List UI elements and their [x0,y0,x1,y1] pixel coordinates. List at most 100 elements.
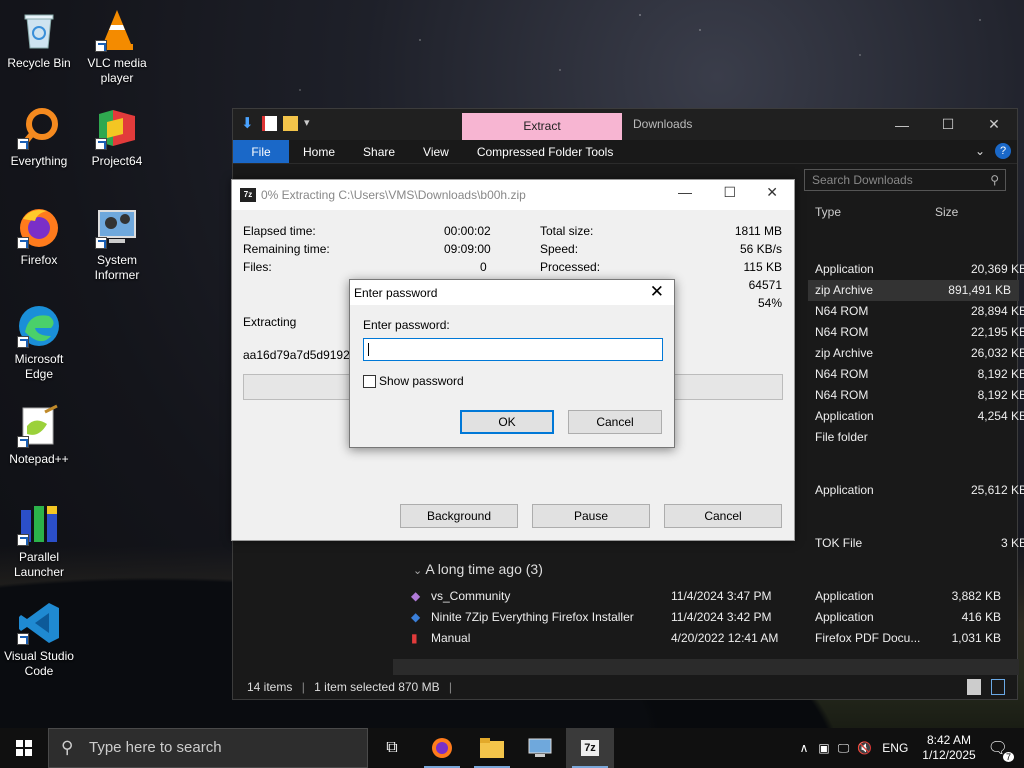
large-icons-view-icon[interactable] [991,679,1005,695]
group-header-long-ago[interactable]: ⌄ A long time ago (3) [413,561,543,577]
vscode-icon [17,601,61,645]
table-row[interactable]: ▮ Manual 4/20/2022 12:41 AM Firefox PDF … [411,628,1019,649]
taskbar-search-input[interactable]: ⚲ Type here to search [48,728,368,768]
search-placeholder: Search Downloads [812,173,913,187]
password-dialog-title-bar[interactable]: Enter password ✕ [350,280,674,305]
maximize-icon[interactable]: ☐ [723,184,736,201]
taskbar-7zip[interactable]: 7z [566,728,614,768]
system-informer-icon [528,738,552,757]
taskbar-firefox[interactable] [418,728,466,768]
customize-qat-icon[interactable]: ▾ [304,116,319,131]
desktop-icon-recycle-bin[interactable]: Recycle Bin [0,8,78,71]
new-folder-icon[interactable] [283,116,298,131]
tab-compressed-folder-tools[interactable]: Compressed Folder Tools [463,140,628,163]
background-button[interactable]: Background [400,504,518,528]
properties-icon[interactable] [262,116,277,131]
taskbar: ⚲ Type here to search ⧉ 7z ∧ ▣ 🖵 🔇 ENG 8… [0,728,1024,768]
desktop-icon-vlc[interactable]: VLC media player [78,8,156,86]
tab-share[interactable]: Share [349,140,409,163]
status-bar: 14 items | 1 item selected 870 MB | [233,675,1017,699]
language-indicator[interactable]: ENG [882,741,908,755]
table-row[interactable]: ◆ Ninite 7Zip Everything Firefox Install… [411,607,1019,628]
firefox-icon [432,738,452,758]
checkbox-box[interactable] [363,374,376,388]
current-file: aa16d79a7d5d91927c [243,348,363,362]
chevron-down-icon: ⌄ [413,565,423,577]
chevron-down-icon[interactable]: ⌄ [975,144,985,158]
password-input[interactable] [363,338,663,361]
taskbar-system-informer[interactable] [516,728,564,768]
cancel-button[interactable]: Cancel [568,410,662,434]
column-size[interactable]: Size [935,205,958,219]
desktop-icon-label: System Informer [94,253,140,282]
start-button[interactable] [0,728,48,768]
password-dialog-title: Enter password [354,286,438,300]
search-input[interactable]: Search Downloads ⚲ [804,169,1006,191]
7zip-icon: 7z [581,740,599,756]
task-view-button[interactable]: ⧉ [368,728,416,768]
notification-count: 7 [1002,752,1014,762]
desktop-icon-notepadpp[interactable]: Notepad++ [0,404,78,467]
clock[interactable]: 8:42 AM 1/12/2025 [922,733,975,763]
zip-dialog-title-bar[interactable]: 7z 0% Extracting C:\Users\VMS\Downloads\… [232,180,794,210]
vlc-icon [95,8,139,52]
system-tray: ∧ ▣ 🖵 🔇 ENG 8:42 AM 1/12/2025 🗨 7 [794,728,1024,768]
vs-installer-icon: ◆ [411,589,421,603]
desktop-icon-vscode[interactable]: Visual Studio Code [0,601,78,679]
password-label: Enter password: [363,318,450,332]
recycle-bin-icon [17,8,61,52]
down-arrow-icon[interactable]: ⬇ [241,116,256,131]
tab-home[interactable]: Home [289,140,349,163]
project64-icon [95,106,139,150]
close-icon[interactable]: ✕ [650,282,664,302]
minimize-icon[interactable]: — [879,109,925,140]
desktop-icon-system-informer[interactable]: System Informer [78,205,156,283]
table-row-selected[interactable]: zip Archive 891,491 KB [808,280,1019,301]
desktop-icon-everything[interactable]: Everything [0,106,78,169]
desktop-icon-label: Visual Studio Code [4,649,74,678]
network-icon[interactable]: 🖵 [838,741,850,756]
notepadpp-icon [17,404,61,448]
extract-context-tab[interactable]: Extract [462,113,622,140]
files-count: 0 [480,260,487,274]
horizontal-scrollbar[interactable] [393,659,1019,675]
enter-password-dialog[interactable]: Enter password ✕ Enter password: Show pa… [349,279,675,448]
tab-view[interactable]: View [409,140,463,163]
volume-muted-icon[interactable]: 🔇 [857,741,872,755]
tray-app-icon[interactable]: ▣ [818,741,829,755]
notification-center-icon[interactable]: 🗨 7 [988,738,1014,762]
maximize-icon[interactable]: ☐ [925,109,971,140]
help-icon[interactable]: ? [995,143,1011,159]
desktop-icon-label: Parallel Launcher [13,550,65,579]
desktop-icon-label: Everything [10,154,68,168]
explorer-title-bar[interactable]: ⬇ ▾ Extract Downloads — ☐ ✕ [233,109,1017,140]
column-type[interactable]: Type [815,205,841,219]
7zip-icon: 7z [240,188,256,202]
ok-button[interactable]: OK [460,410,554,434]
quick-access-toolbar: ⬇ ▾ [241,116,319,131]
folder-icon [480,738,504,758]
taskbar-file-explorer[interactable] [468,728,516,768]
table-row[interactable]: ◆ vs_Community 11/4/2024 3:47 PM Applica… [411,586,1019,607]
cancel-extraction-button[interactable]: Cancel [664,504,782,528]
details-view-icon[interactable] [967,679,981,695]
pause-button[interactable]: Pause [532,504,650,528]
search-icon: ⚲ [61,738,74,757]
desktop-icon-parallel-launcher[interactable]: Parallel Launcher [0,502,78,580]
compression-ratio: 54% [757,296,782,310]
desktop-icon-project64[interactable]: Project64 [78,106,156,169]
desktop-icon-label: Recycle Bin [7,56,71,70]
minimize-icon[interactable]: — [678,184,692,200]
close-icon[interactable]: ✕ [766,184,778,201]
total-size: 1811 MB [734,224,782,238]
column-headers: Type Size [808,201,1018,225]
show-password-checkbox[interactable]: Show password [363,374,464,388]
close-icon[interactable]: ✕ [971,109,1017,140]
chevron-up-icon[interactable]: ∧ [800,741,809,755]
desktop-icon-edge[interactable]: Microsoft Edge [0,304,78,382]
desktop-icon-firefox[interactable]: Firefox [0,205,78,268]
desktop-icon-label: VLC media player [87,56,147,85]
tab-file[interactable]: File [233,140,289,163]
desktop-icon-label: Microsoft Edge [14,352,64,381]
window-controls: — ☐ ✕ [879,109,1017,140]
